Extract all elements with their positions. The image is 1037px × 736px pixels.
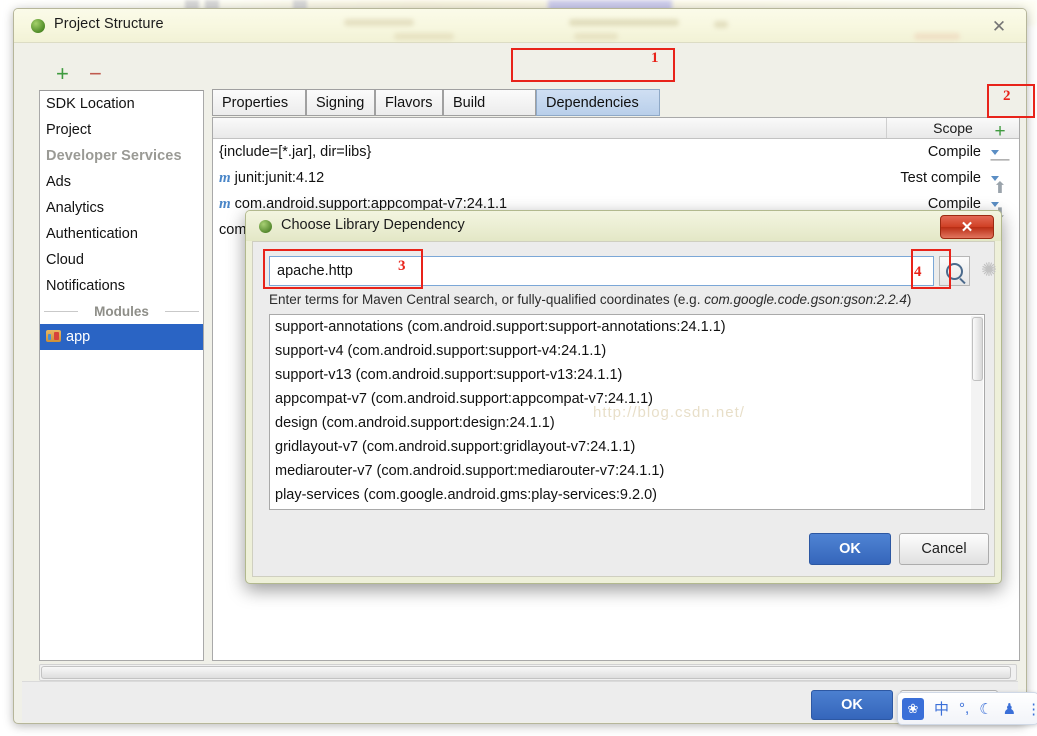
sidebar-item-analytics[interactable]: Analytics [40,195,203,221]
dialog-title-bar: Choose Library Dependency ✕ [246,211,1001,241]
sidebar-toolbar: + − [35,62,195,88]
tab-signing[interactable]: Signing [306,89,375,116]
add-dependency-button[interactable]: + [985,119,1015,145]
list-item[interactable]: support-annotations (com.android.support… [270,315,984,339]
window-footer: OK Cancel [22,681,1018,722]
loading-spinner-icon: ✺ [981,260,997,281]
tab-flavors[interactable]: Flavors [375,89,443,116]
add-module-button[interactable]: + [56,63,69,85]
android-studio-icon [31,19,45,33]
sidebar-item-ads[interactable]: Ads [40,169,203,195]
sidebar-item-cloud[interactable]: Cloud [40,247,203,273]
sidebar-item-project[interactable]: Project [40,117,203,143]
remove-module-button[interactable]: − [89,63,102,85]
dialog-close-icon[interactable]: ✕ [940,215,994,239]
ime-toolbar: ❀ 中 °, ☾ ♟ ⋮ [897,692,1037,725]
close-icon[interactable]: ✕ [981,15,1017,38]
table-row[interactable]: m junit:junit:4.12 Test compile [213,165,1019,191]
maven-badge-icon: m [219,196,231,212]
moon-icon[interactable]: ☾ [979,700,992,718]
dependency-name-text: junit:junit:4.12 [234,170,325,186]
dialog-title: Choose Library Dependency [281,217,465,233]
dependency-name: m junit:junit:4.12 [219,165,324,191]
list-item[interactable]: gridlayout-v7 (com.android.support:gridl… [270,435,984,459]
scrollbar-thumb[interactable] [972,317,983,381]
search-hint-example: com.google.code.gson:gson:2.2.4 [704,292,907,307]
dependency-name: {include=[*.jar], dir=libs} [219,144,372,160]
search-input[interactable] [270,257,933,285]
search-hint-suffix: ) [906,292,912,307]
android-studio-icon [259,220,272,233]
ime-punctuation-icon[interactable]: °, [959,700,969,717]
list-item[interactable]: appcompat-v7 (com.android.support:appcom… [270,387,984,411]
move-up-button[interactable]: ⬆ [985,175,1015,201]
sidebar-item-sdk-location[interactable]: SDK Location [40,91,203,117]
tab-strip: Properties Signing Flavors Build Types D… [212,89,1018,138]
search-hint: Enter terms for Maven Central search, or… [269,292,989,307]
search-results-list[interactable]: support-annotations (com.android.support… [269,314,985,510]
page-title: Project Structure [54,16,164,32]
dialog-ok-button[interactable]: OK [809,533,891,565]
sidebar-item-developer-services: Developer Services [46,148,182,164]
results-vertical-scrollbar[interactable] [971,316,983,509]
tab-properties[interactable]: Properties [212,89,306,116]
maven-badge-icon: m [219,170,231,186]
table-header-row: Scope [213,118,1019,139]
magnifier-icon [946,262,963,280]
remove-dependency-button[interactable]: — [985,147,1015,173]
list-item[interactable]: support-v13 (com.android.support:support… [270,363,984,387]
list-item[interactable]: mediarouter-v7 (com.android.support:medi… [270,459,984,483]
paw-icon[interactable]: ❀ [902,697,924,720]
window-ok-button[interactable]: OK [811,690,893,720]
title-bar-blur-overlay [14,9,1026,42]
sidebar-item-app-label: app [66,329,91,345]
dialog-body: ✺ Enter terms for Maven Central search, … [252,241,997,577]
module-icon [46,330,61,342]
list-item[interactable]: play-services (com.google.android.gms:pl… [270,483,984,507]
sidebar-item-authentication[interactable]: Authentication [40,221,203,247]
window-title-bar: Project Structure ✕ [14,9,1026,43]
person-icon[interactable]: ♟ [1003,700,1016,718]
list-item[interactable]: design (com.android.support:design:24.1.… [270,411,984,435]
scrollbar-thumb[interactable] [41,666,1011,679]
sidebar-item-app[interactable]: app [40,324,203,350]
sidebar-list: SDK Location Project Developer Services … [39,90,204,661]
sidebar-item-notifications[interactable]: Notifications [40,273,203,299]
tab-dependencies[interactable]: Dependencies [536,89,660,116]
dependency-scope[interactable]: Test compile [900,165,981,191]
sidebar-modules-separator: Modules [40,299,203,324]
tab-build-types[interactable]: Build Types [443,89,536,138]
choose-library-dependency-dialog: Choose Library Dependency ✕ ✺ Enter term… [245,210,1002,584]
dependency-scope[interactable]: Compile [928,139,981,165]
list-item[interactable]: support-v4 (com.android.support:support-… [270,339,984,363]
ime-mode-chinese[interactable]: 中 [934,698,949,719]
horizontal-scrollbar[interactable] [39,664,1017,681]
dialog-cancel-button[interactable]: Cancel [899,533,989,565]
table-row[interactable]: {include=[*.jar], dir=libs} Compile [213,139,1019,165]
menu-icon[interactable]: ⋮ [1026,700,1037,718]
search-hint-prefix: Enter terms for Maven Central search, or… [269,292,705,307]
search-field-wrapper [269,256,934,286]
search-button[interactable] [939,256,970,286]
